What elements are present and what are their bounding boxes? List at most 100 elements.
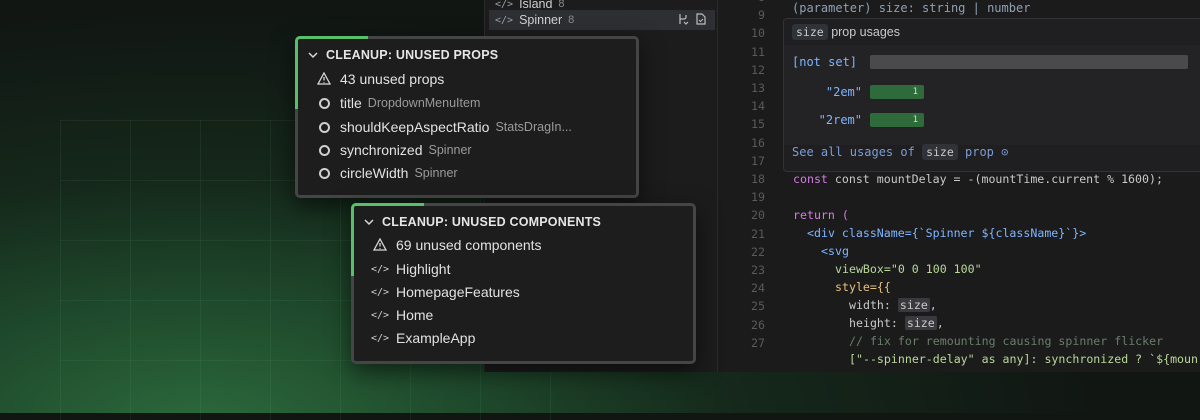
line-number: 10: [751, 26, 765, 41]
explorer-row-count: 8: [568, 14, 575, 26]
chevron-down-icon: [364, 219, 374, 226]
prop-source: Spinner: [428, 143, 472, 157]
highlighted-token[interactable]: size: [904, 316, 937, 330]
circle-icon: [316, 165, 332, 181]
code-line: style={{: [835, 280, 891, 294]
usage-row[interactable]: "2em" 1: [792, 85, 924, 99]
usage-row[interactable]: [not set]: [792, 55, 1188, 69]
code-text: <div className={`Spinner ${className}`}>: [807, 226, 1087, 240]
line-number: 15: [751, 117, 765, 132]
search-icon: ⊙: [1001, 145, 1009, 159]
list-item[interactable]: shouldKeepAspectRatio StatsDragIn...: [316, 119, 572, 135]
hover-signature: (parameter) size: string | number: [792, 1, 1031, 15]
open-file-icon[interactable]: [695, 13, 707, 25]
code-line: <div className={`Spinner ${className}`}>: [807, 226, 1086, 240]
usage-value-label: [not set]: [792, 55, 858, 69]
code-line: viewBox="0 0 100 100": [835, 262, 982, 276]
line-number: 23: [751, 263, 765, 277]
line-number: 22: [751, 244, 765, 259]
summary-row[interactable]: 43 unused props: [316, 71, 444, 87]
prop-name: shouldKeepAspectRatio: [340, 119, 490, 135]
line-number: 20: [751, 208, 765, 223]
chevron-down-icon: [308, 52, 318, 59]
prop-usage-hover: (parameter) size: string | number size p…: [783, 1, 1200, 172]
circle-icon: [316, 119, 332, 135]
component-icon: </>: [370, 332, 390, 344]
line-number: 16: [751, 135, 765, 150]
line-number: 11: [751, 44, 765, 59]
hover-title-text: prop usages: [831, 25, 900, 39]
code-text: ,: [929, 298, 937, 312]
panel-heading: CLEANUP: UNUSED PROPS: [326, 48, 499, 62]
code-text: ["--spinner-delay" as any]: synchronized…: [849, 352, 1199, 366]
explorer-row-count: 8: [558, 0, 565, 10]
code-text: // fix for remounting causing spinner fl…: [849, 334, 1164, 348]
list-item[interactable]: title DropdownMenuItem: [316, 95, 480, 111]
code-text: style={{: [835, 280, 891, 294]
see-all-suffix: prop: [965, 145, 994, 159]
code-text: viewBox="0 0 100 100": [835, 262, 982, 276]
usage-value-label: "2em": [825, 85, 862, 99]
prop-name: synchronized: [340, 142, 423, 158]
list-item[interactable]: </> ExampleApp: [370, 330, 475, 346]
code-text: ,: [936, 316, 944, 330]
line-number: 25: [751, 299, 765, 314]
circle-icon: [316, 142, 332, 158]
prop-source: DropdownMenuItem: [367, 96, 481, 110]
code-line: ["--spinner-delay" as any]: synchronized…: [849, 352, 1198, 366]
code-text: const mountDelay = -(mountTime.current %…: [834, 172, 1163, 186]
panel-header[interactable]: CLEANUP: UNUSED COMPONENTS: [364, 215, 601, 229]
summary-label: 69 unused components: [396, 237, 542, 253]
warning-icon: [372, 237, 388, 253]
list-item[interactable]: synchronized Spinner: [316, 142, 472, 158]
summary-label: 43 unused props: [340, 71, 445, 87]
code-text: <svg: [821, 244, 849, 258]
see-all-usages-link[interactable]: See all usages of size prop ⊙: [792, 144, 1009, 160]
highlighted-token[interactable]: size: [897, 298, 930, 312]
line-number: 26: [751, 317, 765, 332]
panel-header[interactable]: CLEANUP: UNUSED PROPS: [308, 48, 498, 62]
list-item[interactable]: </> Highlight: [371, 261, 451, 277]
see-all-prefix: See all usages of: [792, 145, 915, 159]
line-number: 17: [751, 153, 765, 168]
component-name: Home: [396, 307, 434, 323]
code-text: height:: [849, 316, 905, 330]
usage-count: 1: [912, 87, 918, 97]
line-number: 21: [751, 226, 765, 241]
list-item[interactable]: </> Home: [371, 307, 434, 323]
usage-bar: 1: [870, 113, 924, 127]
line-number: 19: [751, 190, 765, 205]
hover-title: size prop usages: [792, 24, 900, 40]
explorer-row-spinner[interactable]: </> Spinner 8: [489, 10, 715, 30]
branch-icon[interactable]: [677, 13, 689, 25]
code-editor[interactable]: 89101112131415161718192021222324252627 (…: [719, 0, 1200, 372]
prop-chip: size: [922, 144, 958, 160]
code-line: const const mountDelay = -(mountTime.cur…: [793, 172, 1163, 186]
usage-chart: [not set] "2em" 1 "2rem" 1: [784, 45, 1200, 145]
usage-value-label: "2rem": [818, 113, 862, 127]
code-line: return (: [793, 208, 849, 222]
unused-components-panel: CLEANUP: UNUSED COMPONENTS 69 unused com…: [351, 203, 696, 364]
code-line: width: size,: [849, 298, 937, 312]
prop-source: Spinner: [414, 166, 458, 180]
component-icon: </>: [495, 0, 514, 10]
line-number: 24: [751, 281, 765, 296]
list-item[interactable]: </> HomepageFeatures: [370, 284, 520, 300]
component-icon: </>: [370, 286, 390, 298]
component-name: Highlight: [396, 261, 451, 277]
usage-row[interactable]: "2rem" 1: [792, 113, 924, 127]
line-number: 12: [751, 62, 765, 77]
prop-name: circleWidth: [340, 165, 409, 181]
code-text: width:: [849, 298, 898, 312]
warning-icon: [316, 71, 332, 87]
unused-props-panel: CLEANUP: UNUSED PROPS 43 unused props ti…: [295, 36, 639, 198]
prop-name: title: [340, 95, 362, 111]
summary-row[interactable]: 69 unused components: [372, 237, 542, 253]
line-number: 8: [727, 0, 765, 4]
line-number: 14: [751, 99, 765, 114]
prop-chip: size: [792, 24, 828, 40]
list-item[interactable]: circleWidth Spinner: [316, 165, 458, 181]
circle-icon: [316, 95, 332, 111]
code-line: <svg: [821, 244, 849, 258]
explorer-row-label: Spinner: [519, 13, 563, 27]
